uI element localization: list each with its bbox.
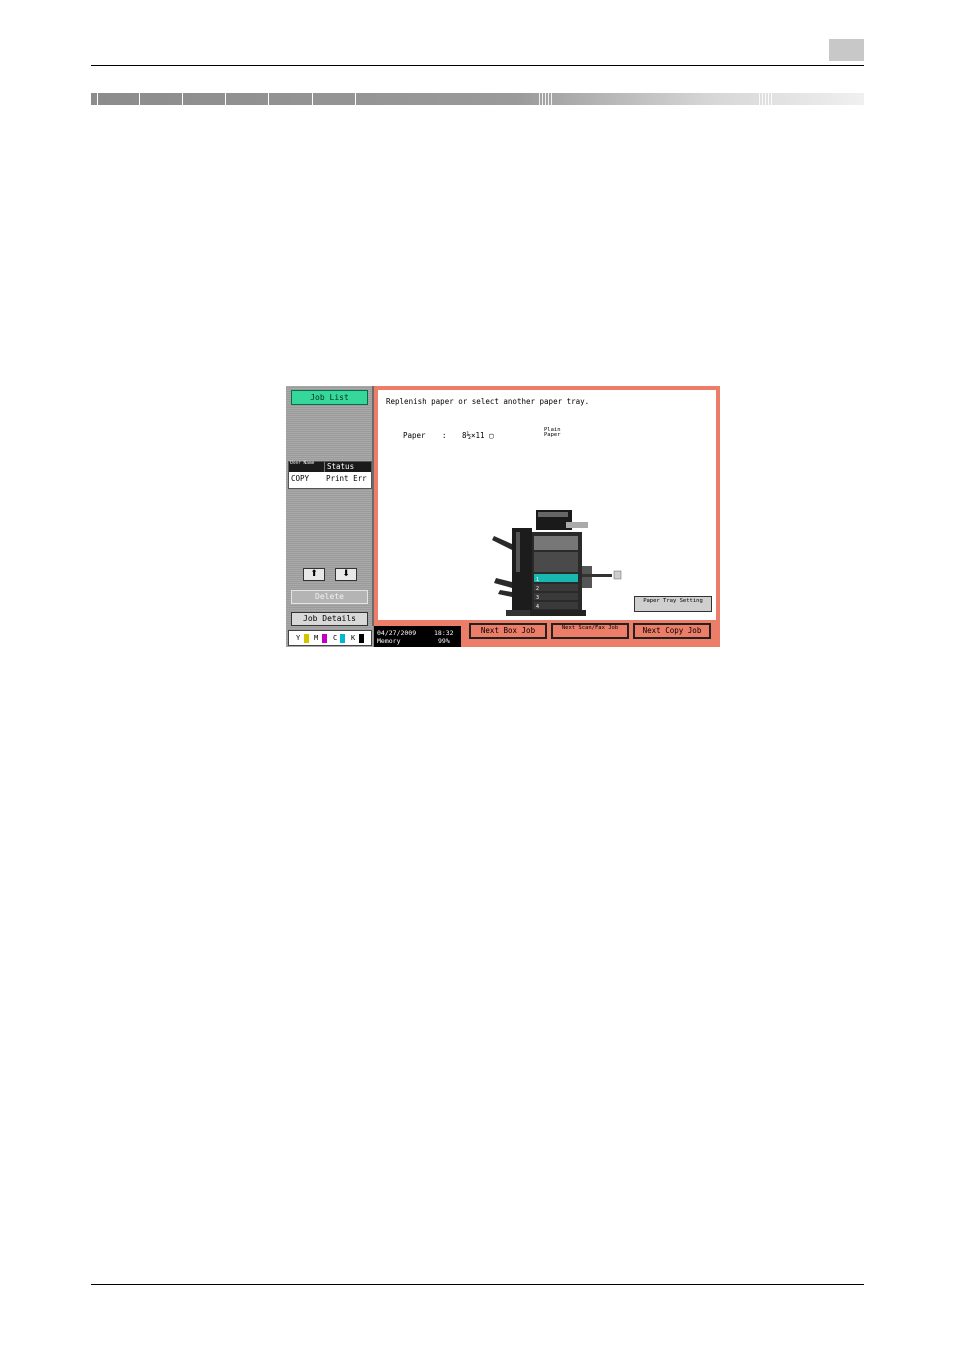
job-list-button[interactable]: Job List xyxy=(291,390,368,405)
svg-text:3: 3 xyxy=(536,595,539,601)
arrow-up-icon: ⬆ xyxy=(310,569,318,579)
section-header-bar xyxy=(91,93,864,105)
status-time: 18:32 xyxy=(434,629,454,637)
printer-illustration: 1 2 3 4 xyxy=(492,510,622,616)
paper-tray-setting-button[interactable]: Paper Tray Setting xyxy=(634,596,712,612)
header-status: Status xyxy=(324,462,370,472)
toner-m-bar xyxy=(322,634,327,643)
toner-k-label: K xyxy=(351,634,356,642)
job-details-button[interactable]: Job Details xyxy=(291,612,368,626)
job-table-header: User Name Status xyxy=(289,461,371,472)
paper-size-value: 8½×11 ▢ xyxy=(462,431,494,440)
toner-c-bar xyxy=(340,634,345,643)
paper-label: Paper xyxy=(403,431,426,440)
svg-text:4: 4 xyxy=(536,604,539,610)
toner-k-bar xyxy=(359,634,364,643)
status-memory-value: 99% xyxy=(438,637,450,645)
delete-button[interactable]: Delete xyxy=(291,590,368,604)
header-user-name: User Name xyxy=(290,461,315,466)
status-bar: 04/27/2009 18:32 Memory 99% xyxy=(374,626,461,647)
control-panel-screen: Job List User Name Status COPY Print Err… xyxy=(286,386,720,647)
job-list-sidebar: Job List User Name Status COPY Print Err… xyxy=(286,386,374,647)
scroll-up-button[interactable]: ⬆ xyxy=(303,568,325,581)
next-scan-fax-job-button[interactable]: Next Scan/Fax Job xyxy=(551,623,629,639)
error-message: Replenish paper or select another paper … xyxy=(386,397,590,406)
chapter-number-box xyxy=(829,39,864,61)
arrow-down-icon: ⬇ xyxy=(342,569,350,579)
svg-text:2: 2 xyxy=(536,586,539,592)
job-row-user[interactable]: COPY xyxy=(291,474,309,483)
scroll-down-button[interactable]: ⬇ xyxy=(335,568,357,581)
job-row-status[interactable]: Print Err xyxy=(326,474,367,483)
footer-rule xyxy=(91,1284,864,1285)
message-frame: Replenish paper or select another paper … xyxy=(374,386,720,626)
message-area: Replenish paper or select another paper … xyxy=(378,390,716,620)
svg-text:1: 1 xyxy=(536,577,539,583)
toner-y-bar xyxy=(304,634,309,643)
header-rule xyxy=(91,65,864,66)
toner-c-label: C xyxy=(333,634,338,642)
paper-type-value: Plain Paper xyxy=(544,427,561,438)
toner-m-label: M xyxy=(314,634,319,642)
toner-levels: Y M C K xyxy=(288,630,372,646)
next-box-job-button[interactable]: Next Box Job xyxy=(469,623,547,639)
paper-colon: : xyxy=(442,431,447,440)
status-date: 04/27/2009 xyxy=(377,629,417,637)
status-memory-label: Memory xyxy=(377,637,401,645)
toner-y-label: Y xyxy=(296,634,301,642)
next-copy-job-button[interactable]: Next Copy Job xyxy=(633,623,711,639)
job-table: User Name Status COPY Print Err xyxy=(288,461,372,489)
